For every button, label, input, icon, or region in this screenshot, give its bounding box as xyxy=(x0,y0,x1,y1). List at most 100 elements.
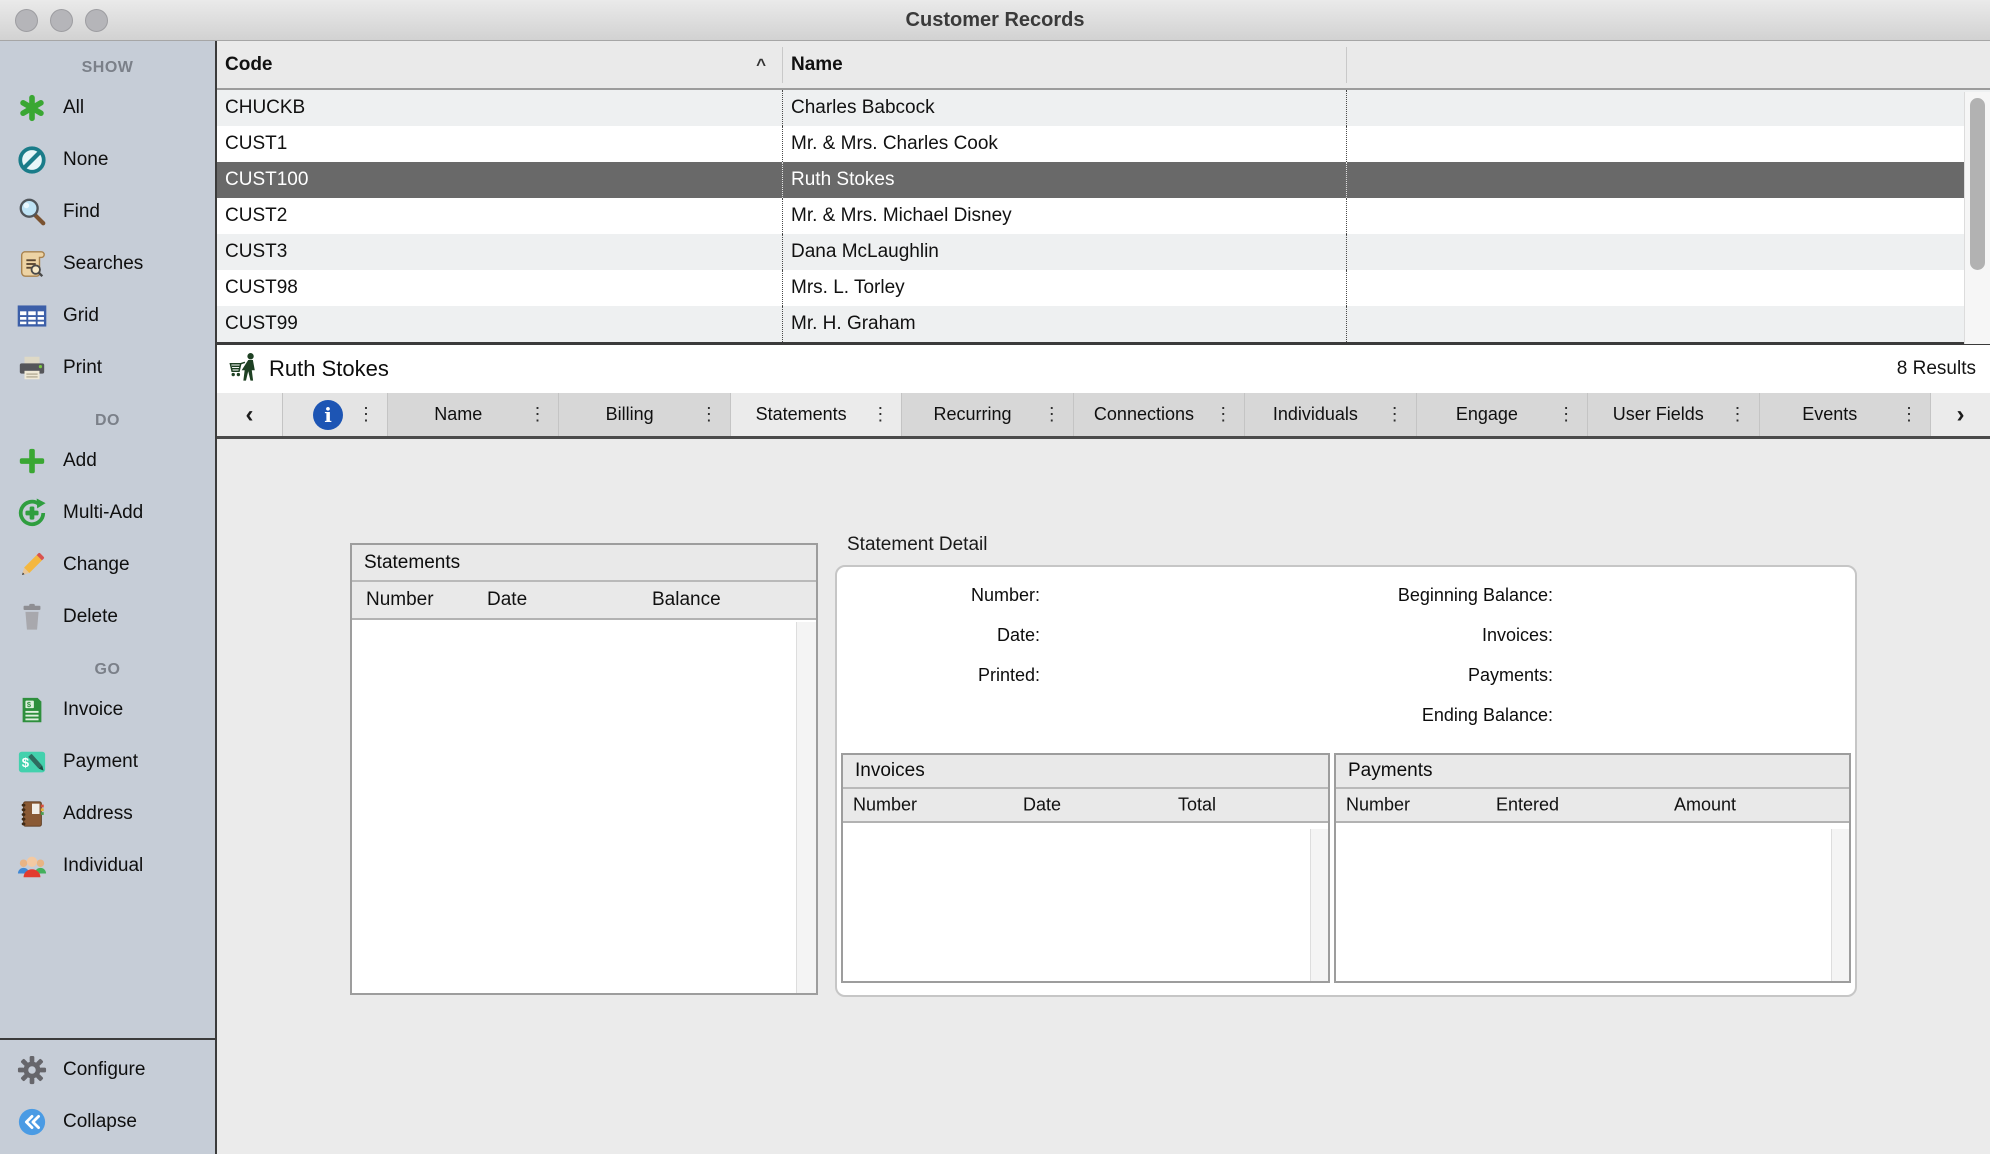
statements-scrollbar[interactable] xyxy=(796,622,816,993)
sidebar-item-label: Collapse xyxy=(63,1111,137,1133)
table-scrollbar-thumb[interactable] xyxy=(1970,98,1985,270)
table-row[interactable]: CUST98 Mrs. L. Torley xyxy=(217,270,1990,306)
detail-fields-right: Beginning Balance: Invoices: Payments: E… xyxy=(837,575,1553,735)
tab-info[interactable]: i ⋮ xyxy=(283,393,388,436)
table-scrollbar[interactable] xyxy=(1964,92,1990,344)
sidebar-item-address[interactable]: Address xyxy=(0,788,215,840)
sidebar-item-payment[interactable]: $ Payment xyxy=(0,736,215,788)
tab-label: Events xyxy=(1760,404,1900,425)
sidebar-item-invoice[interactable]: $ Invoice xyxy=(0,684,215,736)
tab[interactable]: Name ⋮ xyxy=(388,393,559,436)
sidebar-item-label: Print xyxy=(63,357,102,379)
table-row[interactable]: CUST2 Mr. & Mrs. Michael Disney xyxy=(217,198,1990,234)
tabs-scroll-back-button[interactable]: ‹ xyxy=(217,393,283,436)
column-header-balance[interactable]: Balance xyxy=(652,589,721,611)
tab-menu-dots[interactable]: ⋮ xyxy=(528,404,558,425)
invoices-list[interactable] xyxy=(843,829,1328,981)
column-header-name[interactable]: Name xyxy=(783,47,1347,83)
tab-menu-dots[interactable]: ⋮ xyxy=(1386,404,1416,425)
tab-menu-dots[interactable]: ⋮ xyxy=(1214,404,1244,425)
sidebar-item-configure[interactable]: Configure xyxy=(0,1044,215,1096)
column-header-total[interactable]: Total xyxy=(1178,795,1216,816)
collapse-icon xyxy=(17,1107,47,1137)
tab[interactable]: Events ⋮ xyxy=(1760,393,1930,436)
tab[interactable]: Individuals ⋮ xyxy=(1245,393,1416,436)
plus-icon xyxy=(17,446,47,476)
sidebar-item-collapse[interactable]: Collapse xyxy=(0,1096,215,1148)
column-header-code[interactable]: Code ^ xyxy=(217,47,783,83)
cell-name: Dana McLaughlin xyxy=(783,234,1347,270)
tab-menu-dots[interactable]: ⋮ xyxy=(871,404,901,425)
column-header-date[interactable]: Date xyxy=(487,589,527,611)
customer-table: Code ^ Name CHUCKB Charles Babcock xyxy=(217,41,1990,345)
sidebar-item-multi-add[interactable]: Multi-Add xyxy=(0,487,215,539)
tab-menu-dots[interactable]: ⋮ xyxy=(1043,404,1073,425)
tab[interactable]: Billing ⋮ xyxy=(559,393,730,436)
cell-extra xyxy=(1347,270,1990,306)
payments-list[interactable] xyxy=(1336,829,1849,981)
svg-text:$: $ xyxy=(22,755,30,770)
column-header-amount[interactable]: Amount xyxy=(1674,795,1736,816)
cell-name: Ruth Stokes xyxy=(783,162,1347,198)
cell-code: CUST1 xyxy=(217,126,783,162)
table-row[interactable]: CHUCKB Charles Babcock xyxy=(217,90,1990,126)
tab-menu-dots[interactable]: ⋮ xyxy=(1557,404,1587,425)
column-header-date[interactable]: Date xyxy=(1023,795,1061,816)
sidebar-item-searches[interactable]: Searches xyxy=(0,238,215,290)
sidebar-item-grid[interactable]: Grid xyxy=(0,290,215,342)
column-header-number[interactable]: Number xyxy=(853,795,917,816)
sidebar-item-label: Add xyxy=(63,450,97,472)
info-icon: i xyxy=(313,400,343,430)
payments-scrollbar[interactable] xyxy=(1831,829,1849,981)
tab[interactable]: Connections ⋮ xyxy=(1074,393,1245,436)
sort-ascending-icon: ^ xyxy=(756,55,782,75)
trash-icon xyxy=(17,602,47,632)
sidebar-item-label: Delete xyxy=(63,606,118,628)
column-header-entered[interactable]: Entered xyxy=(1496,795,1559,816)
sidebar-item-add[interactable]: Add xyxy=(0,435,215,487)
column-header-number[interactable]: Number xyxy=(1346,795,1410,816)
tab[interactable]: Statements ⋮ xyxy=(731,393,902,436)
table-row[interactable]: CUST3 Dana McLaughlin xyxy=(217,234,1990,270)
statements-list[interactable] xyxy=(352,622,816,993)
zoom-button[interactable] xyxy=(85,9,108,32)
table-row[interactable]: CUST100 Ruth Stokes xyxy=(217,162,1990,198)
sidebar-item-print[interactable]: Print xyxy=(0,342,215,394)
close-button[interactable] xyxy=(15,9,38,32)
sidebar-item-label: All xyxy=(63,97,84,119)
tab-menu-dots[interactable]: ⋮ xyxy=(1900,404,1930,425)
table-row[interactable]: CUST99 Mr. H. Graham xyxy=(217,306,1990,342)
cell-name: Mr. & Mrs. Charles Cook xyxy=(783,126,1347,162)
invoice-icon: $ xyxy=(17,695,47,725)
table-row[interactable]: CUST1 Mr. & Mrs. Charles Cook xyxy=(217,126,1990,162)
tab-menu-dots[interactable]: ⋮ xyxy=(700,404,730,425)
sidebar-section-show: SHOW xyxy=(0,54,215,82)
tabs-scroll-forward-button[interactable]: › xyxy=(1930,393,1990,436)
tab[interactable]: Recurring ⋮ xyxy=(902,393,1073,436)
sidebar-item-label: Address xyxy=(63,803,133,825)
sidebar-section-do: DO xyxy=(0,407,215,435)
sidebar-item-none[interactable]: None xyxy=(0,134,215,186)
payments-panel-title: Payments xyxy=(1336,755,1849,789)
invoices-scrollbar[interactable] xyxy=(1310,829,1328,981)
tab[interactable]: Engage ⋮ xyxy=(1417,393,1588,436)
results-count: 8 Results xyxy=(1897,358,1976,380)
statement-detail-panel: Number: Date: Printed: Beginning Balance… xyxy=(835,565,1857,997)
sidebar-item-change[interactable]: Change xyxy=(0,539,215,591)
field-label-ending-balance: Ending Balance: xyxy=(837,695,1553,735)
sidebar-item-delete[interactable]: Delete xyxy=(0,591,215,643)
tab[interactable]: User Fields ⋮ xyxy=(1588,393,1759,436)
payments-panel: Payments Number Entered Amount xyxy=(1334,753,1851,983)
tab-menu-dots[interactable]: ⋮ xyxy=(357,404,387,425)
sidebar-item-all[interactable]: All xyxy=(0,82,215,134)
sidebar-item-individual[interactable]: Individual xyxy=(0,840,215,892)
minimize-button[interactable] xyxy=(50,9,73,32)
invoices-panel: Invoices Number Date Total xyxy=(841,753,1330,983)
sidebar-item-label: Configure xyxy=(63,1059,145,1081)
column-header-number[interactable]: Number xyxy=(366,589,434,611)
column-header-extra[interactable] xyxy=(1347,47,1990,83)
tab-label: Connections xyxy=(1074,404,1214,425)
tab-menu-dots[interactable]: ⋮ xyxy=(1729,404,1759,425)
tab-label: Individuals xyxy=(1245,404,1385,425)
sidebar-item-find[interactable]: Find xyxy=(0,186,215,238)
